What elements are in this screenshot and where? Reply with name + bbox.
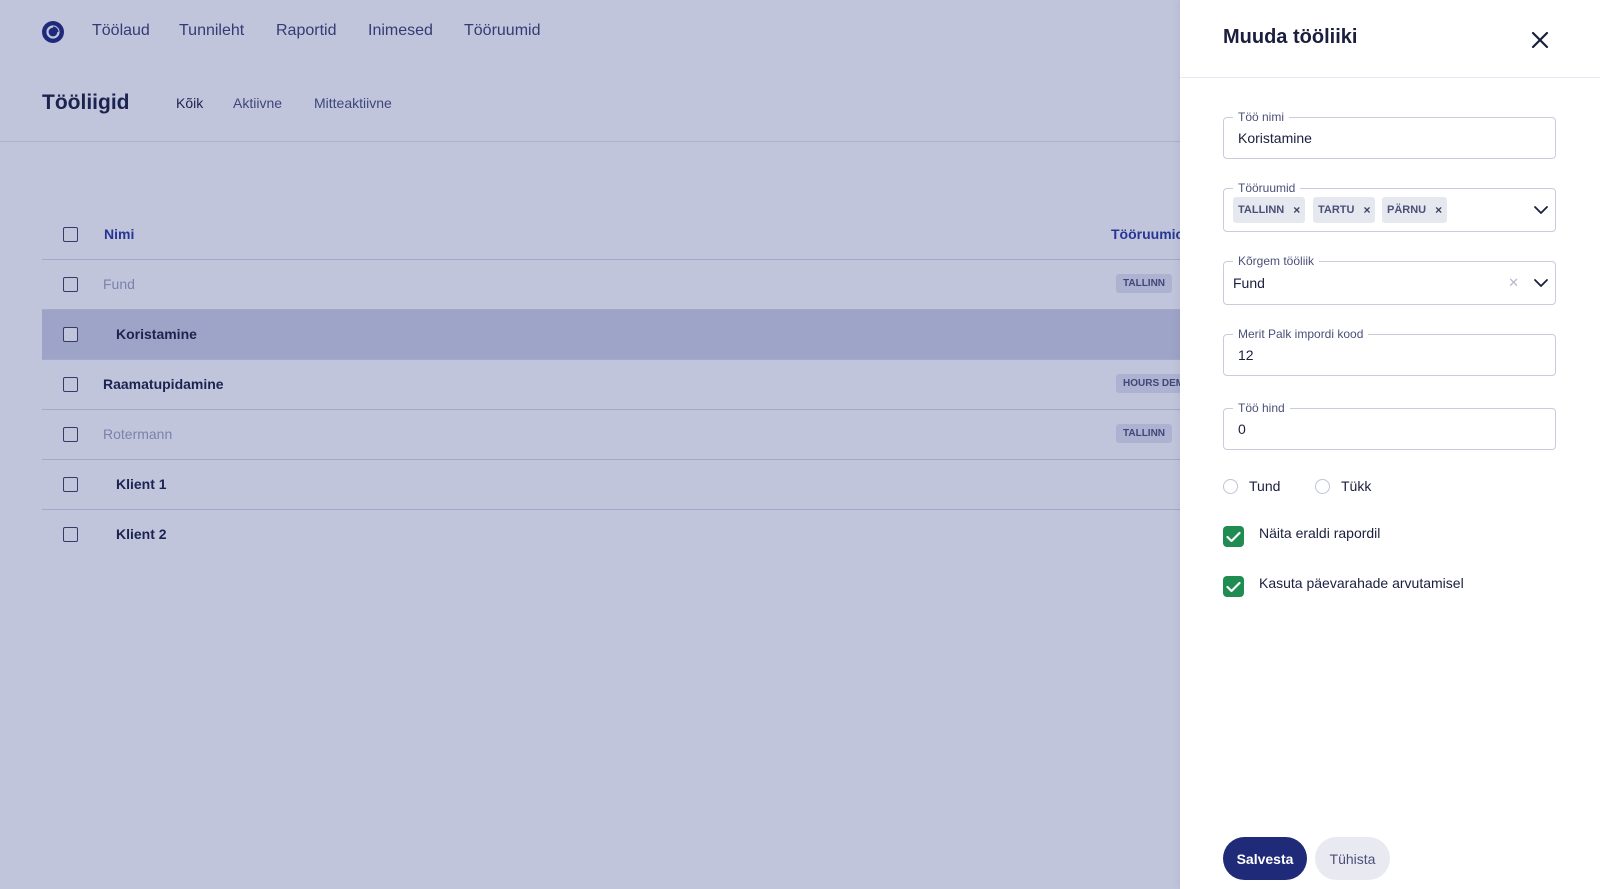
price-field[interactable]: Töö hind 0 <box>1223 401 1556 450</box>
chip-label: TALLINN <box>1238 204 1285 216</box>
unit-option-piece[interactable]: Tükk <box>1315 478 1371 494</box>
close-button[interactable] <box>1528 28 1552 52</box>
parent-job-type-value: Fund <box>1233 275 1265 291</box>
edit-job-type-panel: Muuda tööliiki Töö nimi Koristamine Töör… <box>1180 0 1600 889</box>
checkmark-icon <box>1226 531 1241 542</box>
workspace-chip: TALLINN × <box>1233 197 1306 223</box>
unit-option-hour[interactable]: Tund <box>1223 478 1280 494</box>
clear-icon[interactable]: ✕ <box>1508 275 1519 291</box>
job-name-label: Töö nimi <box>1233 110 1290 124</box>
show-separately-option[interactable]: Näita eraldi rapordil <box>1223 525 1381 547</box>
job-name-field[interactable]: Töö nimi Koristamine <box>1223 110 1556 159</box>
remove-chip-icon[interactable]: × <box>1435 203 1442 217</box>
close-icon <box>1531 31 1549 49</box>
job-name-value[interactable]: Koristamine <box>1238 130 1312 146</box>
parent-job-type-label: Kõrgem tööliik <box>1233 254 1320 268</box>
show-separately-checkbox[interactable] <box>1223 526 1244 547</box>
chevron-down-icon[interactable] <box>1533 202 1549 218</box>
import-code-label: Merit Palk impordi kood <box>1233 327 1369 341</box>
panel-header: Muuda tööliiki <box>1180 0 1600 78</box>
workspace-chip: TARTU × <box>1313 197 1376 223</box>
chevron-down-icon[interactable] <box>1533 275 1549 291</box>
cancel-button[interactable]: Tühista <box>1315 837 1390 880</box>
remove-chip-icon[interactable]: × <box>1293 203 1300 217</box>
price-value[interactable]: 0 <box>1238 421 1246 437</box>
modal-backdrop[interactable] <box>0 0 1180 889</box>
workspace-chip: PÄRNU × <box>1382 197 1448 223</box>
price-label: Töö hind <box>1233 401 1290 415</box>
remove-chip-icon[interactable]: × <box>1363 203 1370 217</box>
radio-label: Tükk <box>1341 478 1372 494</box>
per-diem-checkbox[interactable] <box>1223 576 1244 597</box>
import-code-field[interactable]: Merit Palk impordi kood 12 <box>1223 327 1556 376</box>
show-separately-label: Näita eraldi rapordil <box>1259 525 1381 541</box>
radio-label: Tund <box>1249 478 1281 494</box>
save-button[interactable]: Salvesta <box>1223 837 1307 880</box>
panel-title: Muuda tööliiki <box>1223 26 1358 48</box>
radio-button[interactable] <box>1315 478 1330 494</box>
per-diem-option[interactable]: Kasuta päevarahade arvutamisel <box>1223 575 1464 597</box>
import-code-value[interactable]: 12 <box>1238 347 1254 363</box>
radio-button[interactable] <box>1223 478 1238 494</box>
chip-label: TARTU <box>1318 204 1355 216</box>
chip-label: PÄRNU <box>1387 204 1427 216</box>
parent-job-type-select[interactable]: Kõrgem tööliik Fund ✕ <box>1223 254 1556 305</box>
per-diem-label: Kasuta päevarahade arvutamisel <box>1259 575 1464 591</box>
workspaces-select[interactable]: Tööruumid TALLINN × TARTU × PÄRNU × <box>1223 181 1556 232</box>
checkmark-icon <box>1226 581 1241 592</box>
workspaces-label: Tööruumid <box>1233 181 1301 195</box>
